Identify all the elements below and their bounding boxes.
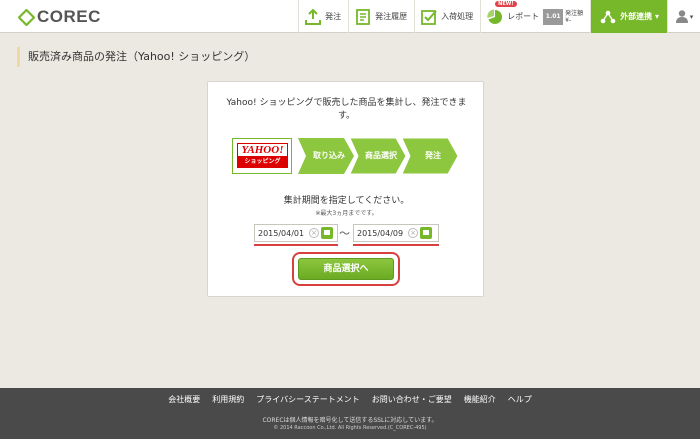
report-amount: 発注額 ¥- [565, 10, 583, 24]
nav-history-label: 発注履歴 [375, 12, 408, 21]
card-description: Yahoo! ショッピングで販売した商品を集計し、発注できます。 [226, 98, 467, 121]
checkbox-icon [420, 8, 438, 26]
calendar-icon[interactable] [420, 227, 432, 239]
footer: 会社概要 利用規約 プライバシーステートメント お問い合わせ・ご要望 機能紹介 … [0, 388, 700, 439]
date-from-input[interactable] [255, 228, 307, 238]
report-summary: 1.01 発注額 ¥- [543, 8, 583, 25]
date-from-highlight [254, 244, 338, 246]
select-products-button[interactable]: 商品選択へ [298, 258, 394, 280]
report-amount-value: ¥- [565, 16, 572, 24]
yahoo-logo-top: YAHOO! [238, 144, 287, 156]
nav-user-menu[interactable]: ▾ [667, 0, 700, 33]
step-select-label: 商品選択 [365, 151, 397, 160]
yahoo-shopping-logo: YAHOO! ショッピング [232, 138, 292, 174]
step-order-label: 発注 [425, 151, 441, 160]
footer-link-company[interactable]: 会社概要 [168, 394, 200, 405]
main-nav: 発注 発注履歴 入荷処理 NEW! レポート 1.01 発注額 ¥- 外部連携 … [298, 0, 700, 33]
nav-report-label: レポート [507, 12, 540, 21]
top-header: COREC 発注 発注履歴 入荷処理 NEW! レポート 1.01 発注額 ¥-… [0, 0, 700, 33]
calendar-icon[interactable] [321, 227, 333, 239]
nav-order[interactable]: 発注 [298, 0, 348, 33]
order-icon [304, 8, 322, 26]
footer-link-help[interactable]: ヘルプ [508, 394, 532, 405]
footer-ssl-note: CORECは個人情報を暗号化して送信するSSLに対応しています。 [262, 417, 438, 424]
date-from-field[interactable]: × [254, 224, 338, 242]
report-amount-label: 発注額 [565, 9, 584, 17]
step-flow: YAHOO! ショッピング 取り込み 商品選択 発注 [232, 138, 464, 174]
nav-report[interactable]: NEW! レポート 1.01 発注額 ¥- [480, 0, 590, 33]
date-to-input[interactable] [354, 228, 406, 238]
page-title: 販売済み商品の発注（Yahoo! ショッピング） [17, 47, 255, 67]
footer-links: 会社概要 利用規約 プライバシーステートメント お問い合わせ・ご要望 機能紹介 … [0, 394, 700, 405]
yahoo-logo-bottom: ショッピング [238, 156, 287, 167]
step-select: 商品選択 [350, 138, 406, 174]
step-import: 取り込み [298, 138, 354, 174]
submit-highlight: 商品選択へ [292, 252, 400, 286]
new-badge: NEW! [495, 1, 517, 7]
chevron-down-icon: ▾ [689, 12, 694, 21]
date-to-field[interactable]: × [353, 224, 439, 242]
logo-text: COREC [37, 7, 101, 26]
step-order: 発注 [402, 138, 458, 174]
corec-logo-icon [17, 7, 36, 27]
corec-logo[interactable]: COREC [17, 7, 101, 27]
period-note: ※最大3ヵ月までです。 [315, 210, 378, 217]
clear-icon[interactable]: × [408, 228, 418, 238]
nav-external-label: 外部連携 ▾ [620, 12, 659, 21]
report-icon [486, 8, 504, 26]
nav-external-integration[interactable]: 外部連携 ▾ [590, 0, 667, 33]
nav-receiving-label: 入荷処理 [441, 12, 474, 21]
step-import-label: 取り込み [313, 151, 345, 160]
nav-order-label: 発注 [325, 12, 342, 21]
nav-receiving[interactable]: 入荷処理 [414, 0, 480, 33]
footer-link-privacy[interactable]: プライバシーステートメント [256, 394, 359, 405]
export-card: Yahoo! ショッピングで販売した商品を集計し、発注できます。 YAHOO! … [207, 81, 484, 297]
footer-link-terms[interactable]: 利用規約 [212, 394, 244, 405]
user-icon [675, 9, 689, 25]
period-label: 集計期間を指定してください。 [283, 196, 410, 206]
network-icon [599, 8, 617, 26]
footer-link-contact[interactable]: お問い合わせ・ご要望 [372, 394, 452, 405]
date-range-separator: 〜 [339, 227, 350, 240]
footer-link-features[interactable]: 機能紹介 [464, 394, 496, 405]
report-bar: 1.01 [543, 8, 564, 25]
nav-order-history[interactable]: 発注履歴 [348, 0, 414, 33]
date-to-highlight [353, 244, 439, 246]
footer-copyright: © 2014 Raccoon Co.,Ltd. All Rights Reser… [273, 425, 427, 431]
history-icon [354, 8, 372, 26]
yahoo-logo-image: YAHOO! ショッピング [237, 143, 288, 168]
clear-icon[interactable]: × [309, 228, 319, 238]
